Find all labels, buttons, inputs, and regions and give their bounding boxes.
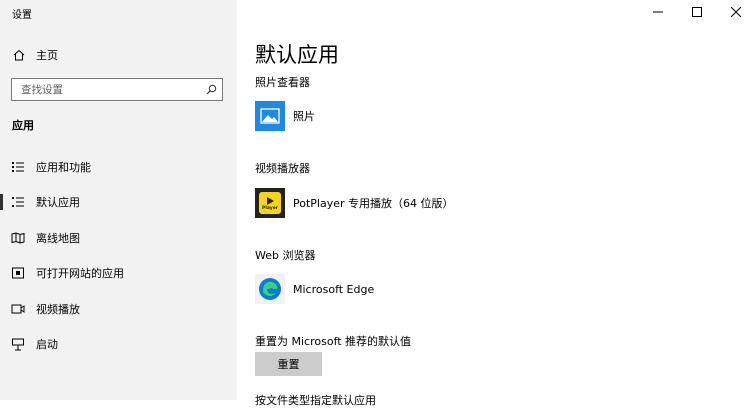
maximize-button[interactable] bbox=[677, 0, 716, 24]
close-icon bbox=[730, 7, 741, 17]
app-entry-edge[interactable]: Microsoft Edge bbox=[255, 274, 374, 304]
close-button[interactable] bbox=[716, 0, 755, 24]
window-title: 设置 bbox=[12, 10, 32, 21]
apps-list-icon bbox=[12, 162, 24, 172]
sidebar-item-label: 启动 bbox=[36, 338, 58, 351]
photos-app-icon bbox=[255, 101, 285, 131]
sidebar-item-open-websites[interactable]: 可打开网站的应用 bbox=[0, 259, 237, 287]
file-type-defaults-link[interactable]: 按文件类型指定默认应用 bbox=[255, 392, 376, 408]
sidebar-item-label: 应用和功能 bbox=[36, 161, 91, 174]
sidebar-item-label: 可打开网站的应用 bbox=[36, 267, 124, 280]
category-photo-viewer: 照片查看器 bbox=[255, 76, 310, 89]
offline-map-icon bbox=[11, 232, 25, 244]
open-website-icon bbox=[12, 267, 24, 279]
app-name: PotPlayer 专用播放（64 位版） bbox=[293, 197, 454, 210]
category-web-browser: Web 浏览器 bbox=[255, 249, 316, 262]
startup-icon bbox=[12, 338, 24, 351]
potplayer-app-icon: Player bbox=[255, 188, 285, 218]
maximize-icon bbox=[691, 7, 702, 17]
default-apps-icon bbox=[12, 197, 24, 207]
search-input[interactable] bbox=[12, 79, 201, 100]
sidebar-item-offline-maps[interactable]: 离线地图 bbox=[0, 224, 237, 252]
app-entry-photos[interactable]: 照片 bbox=[255, 101, 315, 131]
sidebar-item-apps-features[interactable]: 应用和功能 bbox=[0, 153, 237, 181]
app-name: 照片 bbox=[293, 110, 315, 123]
video-icon bbox=[11, 304, 25, 314]
sidebar: 设置 主页 应用 应用和功能 默认应用 离线地图 bbox=[0, 0, 237, 400]
potplayer-badge-text: Player bbox=[262, 205, 278, 211]
category-video-player: 视频播放器 bbox=[255, 162, 310, 175]
main-content: 默认应用 照片查看器 照片 视频播放器 Player PotPlayer 专用播… bbox=[237, 0, 755, 407]
edge-app-icon bbox=[255, 274, 285, 304]
minimize-icon bbox=[652, 11, 663, 13]
nav-home[interactable]: 主页 bbox=[12, 46, 58, 64]
sidebar-item-label: 默认应用 bbox=[36, 196, 80, 209]
sidebar-section-label: 应用 bbox=[12, 119, 34, 132]
reset-button[interactable]: 重置 bbox=[255, 352, 322, 376]
search-box[interactable] bbox=[11, 78, 223, 101]
home-icon bbox=[13, 49, 25, 61]
app-name: Microsoft Edge bbox=[293, 282, 375, 296]
search-icon[interactable] bbox=[206, 84, 217, 95]
reset-label: 重置为 Microsoft 推荐的默认值 bbox=[255, 335, 412, 348]
minimize-button[interactable] bbox=[638, 0, 677, 24]
window-controls bbox=[638, 0, 755, 24]
sidebar-item-startup[interactable]: 启动 bbox=[0, 330, 237, 358]
app-entry-potplayer[interactable]: Player PotPlayer 专用播放（64 位版） bbox=[255, 188, 454, 218]
sidebar-item-label: 视频播放 bbox=[36, 303, 80, 316]
sidebar-item-label: 离线地图 bbox=[36, 232, 80, 245]
sidebar-item-default-apps[interactable]: 默认应用 bbox=[0, 188, 237, 216]
sidebar-item-video-playback[interactable]: 视频播放 bbox=[0, 295, 237, 323]
page-title: 默认应用 bbox=[255, 43, 339, 67]
nav-home-label: 主页 bbox=[36, 49, 58, 62]
